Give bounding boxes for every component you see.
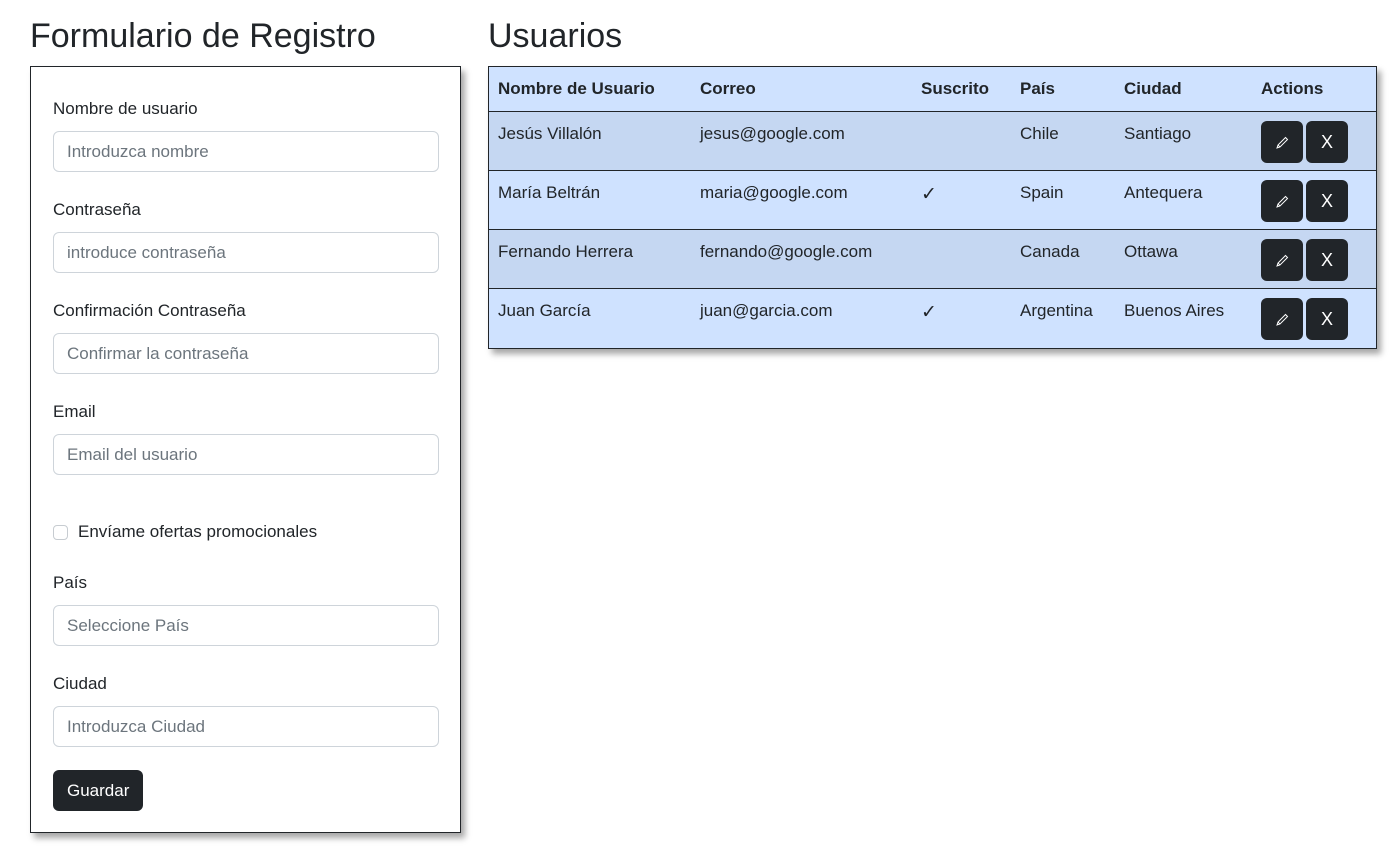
cell-email: jesus@google.com [691,111,912,171]
delete-button[interactable]: X [1306,121,1348,163]
promo-checkbox-label[interactable]: Envíame ofertas promocionales [78,522,317,542]
close-icon: X [1320,309,1333,329]
cell-city: Buenos Aires [1115,288,1252,348]
cell-city: Ottawa [1115,229,1252,289]
cell-city: Antequera [1115,170,1252,230]
users-title: Usuarios [488,17,623,55]
table-row: Fernando Herrera fernando@google.com Can… [489,229,1376,289]
page: Formulario de Registro Nombre de usuario… [0,0,1395,849]
cell-email: maria@google.com [691,170,912,230]
cell-country: Argentina [1011,288,1115,348]
email-input[interactable] [53,434,439,475]
delete-button[interactable]: X [1306,239,1348,281]
table-header-row: Nombre de Usuario Correo Suscrito País C… [489,67,1376,112]
pencil-icon [1276,137,1289,150]
close-icon: X [1320,250,1333,270]
username-label: Nombre de usuario [53,99,198,118]
form-title: Formulario de Registro [30,17,376,55]
confirm-password-label: Confirmación Contraseña [53,301,246,320]
close-icon: X [1320,191,1333,211]
column-header-subscribed: Suscrito [912,67,1011,112]
password-label: Contraseña [53,200,141,219]
column-header-actions: Actions [1252,67,1376,112]
cell-actions: X [1252,229,1376,289]
column-header-username: Nombre de Usuario [489,67,691,112]
city-label: Ciudad [53,674,107,693]
cell-subscribed [912,111,1011,171]
cell-username: Fernando Herrera [489,229,691,289]
email-label: Email [53,402,96,421]
promo-checkbox-row[interactable]: Envíame ofertas promocionales [53,521,317,543]
cell-username: María Beltrán [489,170,691,230]
username-input[interactable] [53,131,439,172]
users-table-container: Nombre de Usuario Correo Suscrito País C… [488,66,1377,349]
users-table: Nombre de Usuario Correo Suscrito País C… [489,67,1376,348]
cell-actions: X [1252,111,1376,171]
table-row: Jesús Villalón jesus@google.com Chile Sa… [489,111,1376,171]
password-field-group: Contraseña [53,200,439,273]
promo-checkbox[interactable] [53,524,68,540]
table-row: María Beltrán maria@google.com ✓ Spain A… [489,170,1376,230]
pencil-icon [1276,196,1289,209]
country-field-group: País [53,573,439,646]
cell-city: Santiago [1115,111,1252,171]
email-field-group: Email [53,402,439,475]
delete-button[interactable]: X [1306,298,1348,340]
table-row: Juan García juan@garcia.com ✓ Argentina … [489,288,1376,348]
registration-section: Formulario de Registro Nombre de usuario… [30,12,461,833]
edit-button[interactable] [1261,121,1303,163]
country-label: País [53,573,88,592]
confirm-password-input[interactable] [53,333,439,374]
confirm-password-field-group: Confirmación Contraseña [53,301,439,374]
cell-email: juan@garcia.com [691,288,912,348]
cell-username: Jesús Villalón [489,111,691,171]
country-input[interactable] [53,605,439,646]
column-header-email: Correo [691,67,912,112]
edit-button[interactable] [1261,180,1303,222]
close-icon: X [1320,132,1333,152]
column-header-country: País [1011,67,1115,112]
username-field-group: Nombre de usuario [53,99,439,172]
pencil-icon [1276,255,1289,268]
cell-username: Juan García [489,288,691,348]
cell-country: Canada [1011,229,1115,289]
pencil-icon [1276,314,1289,327]
cell-country: Chile [1011,111,1115,171]
users-section: Usuarios Nombre de Usuario Correo Suscri… [488,12,1377,349]
cell-subscribed [912,229,1011,289]
cell-email: fernando@google.com [691,229,912,289]
cell-subscribed: ✓ [912,170,1011,230]
cell-actions: X [1252,288,1376,348]
save-button[interactable]: Guardar [53,770,144,811]
column-header-city: Ciudad [1115,67,1252,112]
cell-subscribed: ✓ [912,288,1011,348]
city-input[interactable] [53,706,439,747]
cell-actions: X [1252,170,1376,230]
cell-country: Spain [1011,170,1115,230]
city-field-group: Ciudad [53,674,439,747]
registration-form: Nombre de usuario Contraseña Confirmació… [30,66,461,833]
password-input[interactable] [53,232,439,273]
edit-button[interactable] [1261,239,1303,281]
edit-button[interactable] [1261,298,1303,340]
delete-button[interactable]: X [1306,180,1348,222]
